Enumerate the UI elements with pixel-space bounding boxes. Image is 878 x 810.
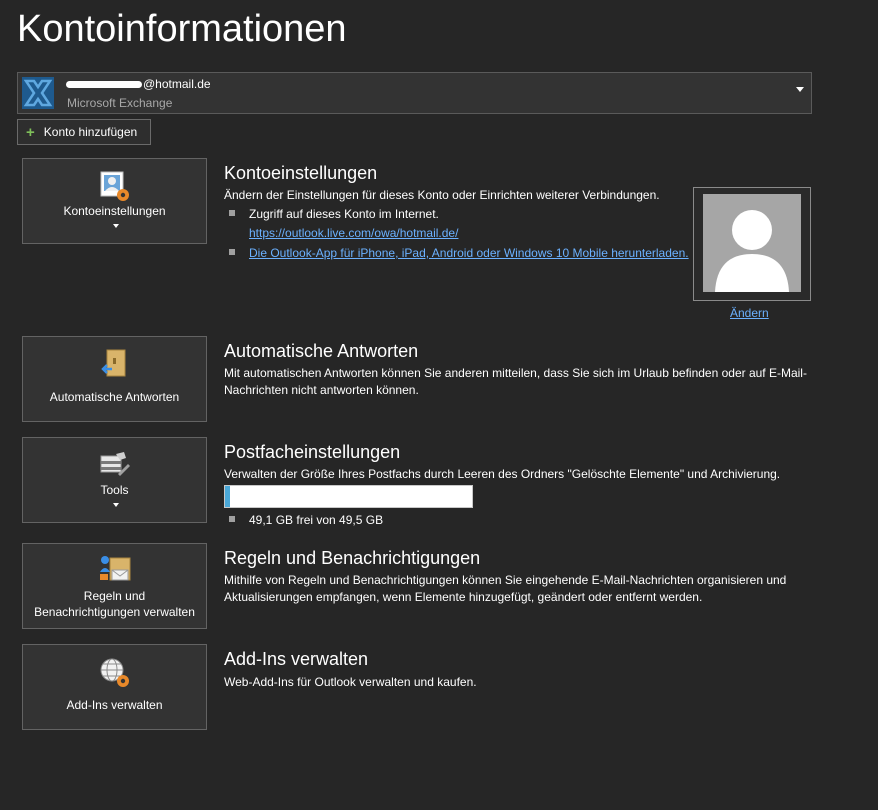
- rules-alerts-button[interactable]: Regeln und Benachrichtigungen verwalten: [22, 543, 207, 629]
- outlook-web-link[interactable]: https://outlook.live.com/owa/hotmail.de/: [249, 226, 458, 240]
- storage-progress-fill: [225, 486, 230, 507]
- chevron-down-icon: [113, 224, 119, 228]
- addins-heading: Add-Ins verwalten: [224, 649, 369, 669]
- tools-button[interactable]: Tools: [22, 437, 207, 523]
- storage-text: 49,1 GB frei von 49,5 GB: [249, 513, 384, 527]
- addins-description: Web-Add-Ins für Outlook verwalten und ka…: [224, 675, 477, 689]
- tools-icon: [100, 452, 130, 476]
- auto-replies-heading: Automatische Antworten: [224, 341, 419, 361]
- change-photo-link[interactable]: Ändern: [730, 306, 769, 320]
- rules-description: Mithilfe von Regeln und Benachrichtigung…: [224, 573, 787, 604]
- account-type: Microsoft Exchange: [67, 96, 173, 110]
- bullet-icon: [229, 210, 235, 216]
- person-silhouette-icon: [715, 210, 789, 292]
- tools-tile-label: Tools: [100, 483, 129, 497]
- bullet-icon: [229, 516, 235, 522]
- profile-picture-frame: [693, 187, 811, 301]
- auto-replies-button[interactable]: Automatische Antworten: [22, 336, 207, 422]
- account-settings-icon: [100, 171, 129, 201]
- chevron-down-icon[interactable]: [796, 87, 804, 92]
- rules-heading: Regeln und Benachrichtigungen: [224, 548, 481, 568]
- add-account-label: Konto hinzufügen: [43, 125, 138, 139]
- mailbox-description: Verwalten der Größe Ihres Postfachs durc…: [224, 467, 781, 481]
- mailbox-heading: Postfacheinstellungen: [224, 442, 401, 462]
- account-selector[interactable]: @hotmail.de Microsoft Exchange: [17, 72, 812, 114]
- account-settings-description: Ändern der Einstellungen für dieses Kont…: [224, 188, 660, 202]
- manage-addins-button[interactable]: Add-Ins verwalten: [22, 644, 207, 730]
- addins-tile-label: Add-Ins verwalten: [66, 698, 163, 712]
- account-settings-heading: Kontoeinstellungen: [224, 163, 378, 183]
- chevron-down-icon: [113, 503, 119, 507]
- plus-icon: +: [26, 123, 35, 141]
- rules-tile-label-line1: Regeln und: [83, 589, 146, 603]
- avatar: [703, 194, 801, 292]
- outlook-app-link[interactable]: Die Outlook-App für iPhone, iPad, Androi…: [249, 246, 689, 260]
- web-access-text: Zugriff auf dieses Konto im Internet.: [249, 207, 439, 221]
- auto-reply-icon: [101, 349, 126, 377]
- addins-globe-icon: [100, 658, 129, 687]
- add-account-button[interactable]: + Konto hinzufügen: [17, 119, 151, 145]
- auto-replies-tile-label: Automatische Antworten: [49, 390, 180, 404]
- email-redaction: [66, 81, 142, 89]
- account-settings-tile-label: Kontoeinstellungen: [63, 204, 166, 218]
- account-settings-button[interactable]: Kontoeinstellungen: [22, 158, 207, 244]
- storage-progress-bar: [224, 485, 473, 508]
- rules-tile-label-line2: Benachrichtigungen verwalten: [34, 605, 195, 619]
- rules-alerts-icon: [100, 556, 131, 581]
- account-info-page: Kontoinformationen @hotmail.de Microsoft…: [0, 0, 878, 810]
- bullet-icon: [229, 249, 235, 255]
- page-title: Kontoinformationen: [17, 8, 347, 50]
- account-email: @hotmail.de: [66, 77, 211, 91]
- exchange-logo-icon: [22, 77, 54, 109]
- auto-replies-description: Mit automatischen Antworten können Sie a…: [224, 366, 807, 397]
